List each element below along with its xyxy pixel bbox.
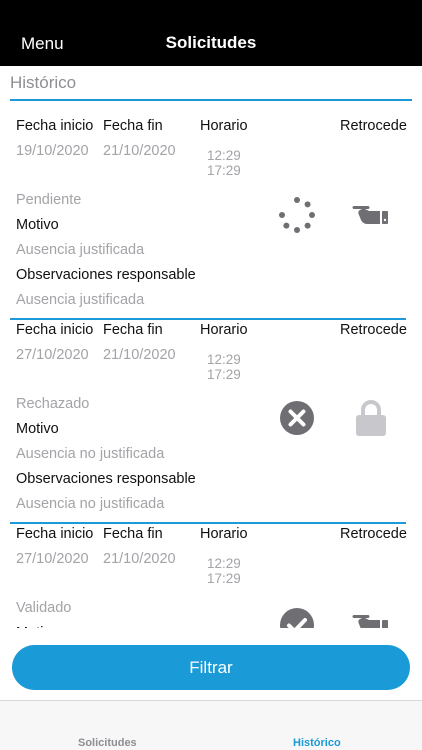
card-separator xyxy=(10,522,406,524)
hand-pointing-icon[interactable] xyxy=(352,200,392,230)
check-circle-icon xyxy=(280,608,314,628)
section-divider xyxy=(10,99,412,101)
filter-button[interactable]: Filtrar xyxy=(12,645,410,690)
start-date-value: 27/10/2020 xyxy=(16,347,89,363)
status-text: Pendiente xyxy=(16,192,82,208)
time-from: 12:29 xyxy=(207,556,241,571)
end-date-value: 21/10/2020 xyxy=(103,143,176,159)
reason-value: Ausencia no justificada xyxy=(16,446,165,462)
time-to: 17:29 xyxy=(207,163,241,178)
tab-bar: Solicitudes Histórico xyxy=(0,700,422,750)
navigation-bar: Menu Solicitudes xyxy=(0,0,422,66)
time-from: 12:29 xyxy=(207,352,241,367)
schedule-label: Horario xyxy=(200,526,248,542)
request-card[interactable]: Fecha inicio Fecha fin Horario Retrocede… xyxy=(0,103,422,308)
request-list[interactable]: Fecha inicio Fecha fin Horario Retrocede… xyxy=(0,103,422,628)
observations-value: Ausencia no justificada xyxy=(16,496,165,512)
observations-value: Ausencia justificada xyxy=(16,292,145,308)
start-date-label: Fecha inicio xyxy=(16,322,94,338)
observations-label: Observaciones responsable xyxy=(16,267,196,283)
end-date-label: Fecha fin xyxy=(103,118,163,134)
tab-historico[interactable]: Histórico xyxy=(293,737,341,749)
end-date-value: 21/10/2020 xyxy=(103,551,176,567)
start-date-value: 19/10/2020 xyxy=(16,143,89,159)
tab-solicitudes[interactable]: Solicitudes xyxy=(78,737,137,749)
schedule-label: Horario xyxy=(200,118,248,134)
request-card[interactable]: Fecha inicio Fecha fin Horario Retrocede… xyxy=(0,318,422,521)
end-date-label: Fecha fin xyxy=(103,526,163,542)
hand-pointing-icon[interactable] xyxy=(352,609,392,628)
filter-area: Filtrar xyxy=(0,628,422,700)
section-title: Histórico xyxy=(10,73,77,92)
time-from: 12:29 xyxy=(207,148,241,163)
back-label: Retrocede xyxy=(340,118,407,134)
end-date-value: 21/10/2020 xyxy=(103,347,176,363)
card-separator xyxy=(10,318,406,320)
request-card[interactable]: Fecha inicio Fecha fin Horario Retrocede… xyxy=(0,522,422,628)
start-date-label: Fecha inicio xyxy=(16,118,94,134)
end-date-label: Fecha fin xyxy=(103,322,163,338)
observations-label: Observaciones responsable xyxy=(16,471,196,487)
back-label: Retrocede xyxy=(340,322,407,338)
lock-icon xyxy=(356,400,386,436)
time-to: 17:29 xyxy=(207,367,241,382)
spinner-icon xyxy=(279,197,315,233)
reason-label: Motivo xyxy=(16,217,59,233)
page-title: Solicitudes xyxy=(165,33,257,52)
reason-label: Motivo xyxy=(16,421,59,437)
reason-value: Ausencia justificada xyxy=(16,242,145,258)
schedule-label: Horario xyxy=(200,322,248,338)
status-text: Rechazado xyxy=(16,396,90,412)
start-date-label: Fecha inicio xyxy=(16,526,94,542)
time-to: 17:29 xyxy=(207,571,241,586)
back-label: Retrocede xyxy=(340,526,407,542)
status-text: Validado xyxy=(16,600,72,616)
start-date-value: 27/10/2020 xyxy=(16,551,89,567)
x-circle-icon xyxy=(280,401,314,435)
